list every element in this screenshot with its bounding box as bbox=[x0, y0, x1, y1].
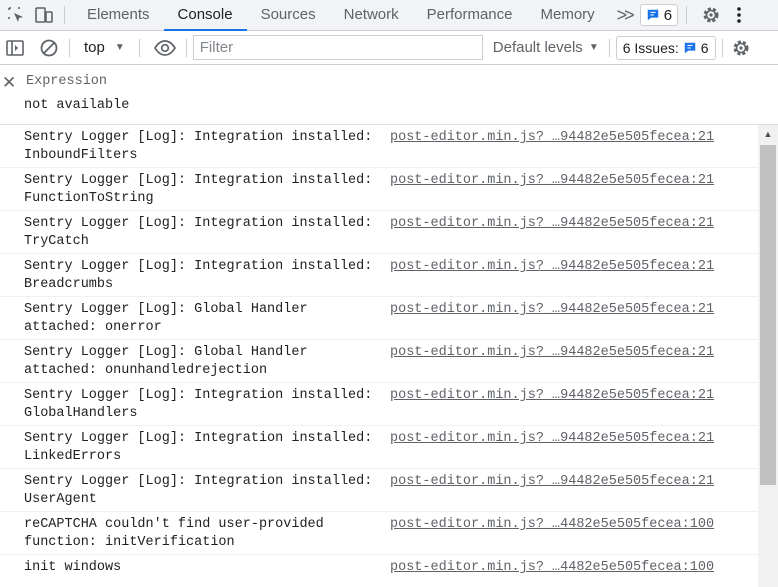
scroll-up-arrow[interactable]: ▲ bbox=[758, 125, 778, 143]
scrollbar[interactable]: ▲ bbox=[758, 125, 778, 587]
tab-network[interactable]: Network bbox=[330, 0, 413, 30]
sidebar-toggle-icon[interactable] bbox=[3, 36, 27, 60]
issues-count: 6 bbox=[700, 39, 709, 56]
tab-console[interactable]: Console bbox=[163, 0, 247, 31]
issues-label: 6 Issues: bbox=[622, 39, 679, 56]
console-message: Sentry Logger [Log]: Global Handler atta… bbox=[0, 340, 758, 383]
message-icon bbox=[684, 42, 695, 53]
source-link[interactable]: post-editor.min.js?_…94482e5e505fecea:21 bbox=[390, 172, 714, 190]
tab-list: Elements Console Sources Network Performance… bbox=[73, 0, 609, 31]
source-link[interactable]: post-editor.min.js?_…94482e5e505fecea:21 bbox=[390, 344, 714, 362]
message-text: init windows bbox=[24, 560, 122, 575]
gear-icon[interactable] bbox=[699, 3, 723, 27]
context-selector[interactable]: top ▼ bbox=[74, 39, 135, 56]
console-message: Sentry Logger [Log]: Integration install… bbox=[0, 469, 758, 512]
more-vertical-icon[interactable] bbox=[727, 3, 751, 27]
expression-label[interactable]: Expression bbox=[26, 74, 107, 89]
filter-input[interactable] bbox=[192, 35, 483, 60]
console-message: Sentry Logger [Log]: Integration install… bbox=[0, 125, 758, 168]
tab-separator bbox=[686, 6, 688, 24]
console-messages: Sentry Logger [Log]: Integration install… bbox=[0, 125, 758, 587]
message-text: Sentry Logger [Log]: Integration install… bbox=[24, 259, 373, 292]
inspect-element-icon[interactable] bbox=[4, 3, 28, 27]
caret-down-icon: ▼ bbox=[114, 42, 125, 53]
clear-console-icon[interactable] bbox=[37, 36, 61, 60]
console-message: Sentry Logger [Log]: Integration install… bbox=[0, 426, 758, 469]
tab-memory[interactable]: Memory bbox=[527, 0, 609, 30]
more-tabs-chevron[interactable]: >> bbox=[609, 5, 640, 26]
toolbar-separator bbox=[138, 38, 140, 57]
toolbar-separator bbox=[721, 38, 723, 57]
tab-elements[interactable]: Elements bbox=[73, 0, 164, 30]
levels-label: Default levels bbox=[492, 39, 583, 56]
issues-button[interactable]: 6 Issues: 6 bbox=[615, 35, 716, 60]
device-toolbar-icon[interactable] bbox=[32, 3, 56, 27]
eye-icon[interactable] bbox=[150, 36, 180, 60]
console-message: Sentry Logger [Log]: Integration install… bbox=[0, 168, 758, 211]
source-link[interactable]: post-editor.min.js?_…4482e5e505fecea:100 bbox=[390, 559, 714, 577]
source-link[interactable]: post-editor.min.js?_…94482e5e505fecea:21 bbox=[390, 258, 714, 276]
console-message: Sentry Logger [Log]: Global Handler atta… bbox=[0, 297, 758, 340]
console-message: init windows post-editor.min.js?_…4482e5e… bbox=[0, 555, 758, 587]
message-text: Sentry Logger [Log]: Global Handler atta… bbox=[24, 302, 308, 335]
messages-count: 6 bbox=[663, 6, 673, 24]
console-message: Sentry Logger [Log]: Integration install… bbox=[0, 254, 758, 297]
tab-performance[interactable]: Performance bbox=[413, 0, 527, 30]
devtools-tabbar: Elements Console Sources Network Performance… bbox=[0, 0, 778, 31]
toolbar-separator bbox=[608, 38, 610, 57]
expression-value: not available bbox=[24, 98, 130, 113]
message-text: Sentry Logger [Log]: Integration install… bbox=[24, 173, 373, 206]
scrollbar-thumb[interactable] bbox=[760, 145, 776, 485]
source-link[interactable]: post-editor.min.js?_…94482e5e505fecea:21 bbox=[390, 387, 714, 405]
source-link[interactable]: post-editor.min.js?_…94482e5e505fecea:21 bbox=[390, 301, 714, 319]
console-message: Sentry Logger [Log]: Integration install… bbox=[0, 383, 758, 426]
close-icon[interactable]: ✕ bbox=[2, 73, 16, 93]
message-text: Sentry Logger [Log]: Integration install… bbox=[24, 216, 373, 249]
message-text: Sentry Logger [Log]: Integration install… bbox=[24, 474, 373, 507]
messages-badge[interactable]: 6 bbox=[639, 4, 679, 26]
source-link[interactable]: post-editor.min.js?_…94482e5e505fecea:21 bbox=[390, 473, 714, 491]
message-text: Sentry Logger [Log]: Integration install… bbox=[24, 388, 373, 421]
toolbar-separator bbox=[69, 38, 70, 57]
message-text: Sentry Logger [Log]: Integration install… bbox=[24, 130, 373, 163]
tab-separator bbox=[64, 6, 65, 24]
live-expression: ✕ Expression not available bbox=[0, 65, 778, 125]
message-icon bbox=[647, 9, 658, 21]
caret-down-icon: ▼ bbox=[588, 42, 599, 53]
message-text: Sentry Logger [Log]: Integration install… bbox=[24, 431, 373, 464]
toolbar-separator bbox=[185, 38, 187, 57]
log-levels-dropdown[interactable]: Default levels ▼ bbox=[483, 39, 609, 56]
source-link[interactable]: post-editor.min.js?_…94482e5e505fecea:21 bbox=[390, 430, 714, 448]
console-message: reCAPTCHA couldn't find user-provided fu… bbox=[0, 512, 758, 555]
tab-sources[interactable]: Sources bbox=[247, 0, 330, 30]
gear-icon[interactable] bbox=[729, 36, 753, 60]
source-link[interactable]: post-editor.min.js?_…94482e5e505fecea:21 bbox=[390, 129, 714, 147]
source-link[interactable]: post-editor.min.js?_…94482e5e505fecea:21 bbox=[390, 215, 714, 233]
message-text: Sentry Logger [Log]: Global Handler atta… bbox=[24, 345, 308, 378]
source-link[interactable]: post-editor.min.js?_…4482e5e505fecea:100 bbox=[390, 516, 714, 534]
console-toolbar: top ▼ Default levels ▼ 6 Issues: 6 bbox=[0, 31, 778, 65]
context-label: top bbox=[84, 39, 105, 56]
console-message: Sentry Logger [Log]: Integration install… bbox=[0, 211, 758, 254]
message-text: reCAPTCHA couldn't find user-provided fu… bbox=[24, 517, 324, 550]
